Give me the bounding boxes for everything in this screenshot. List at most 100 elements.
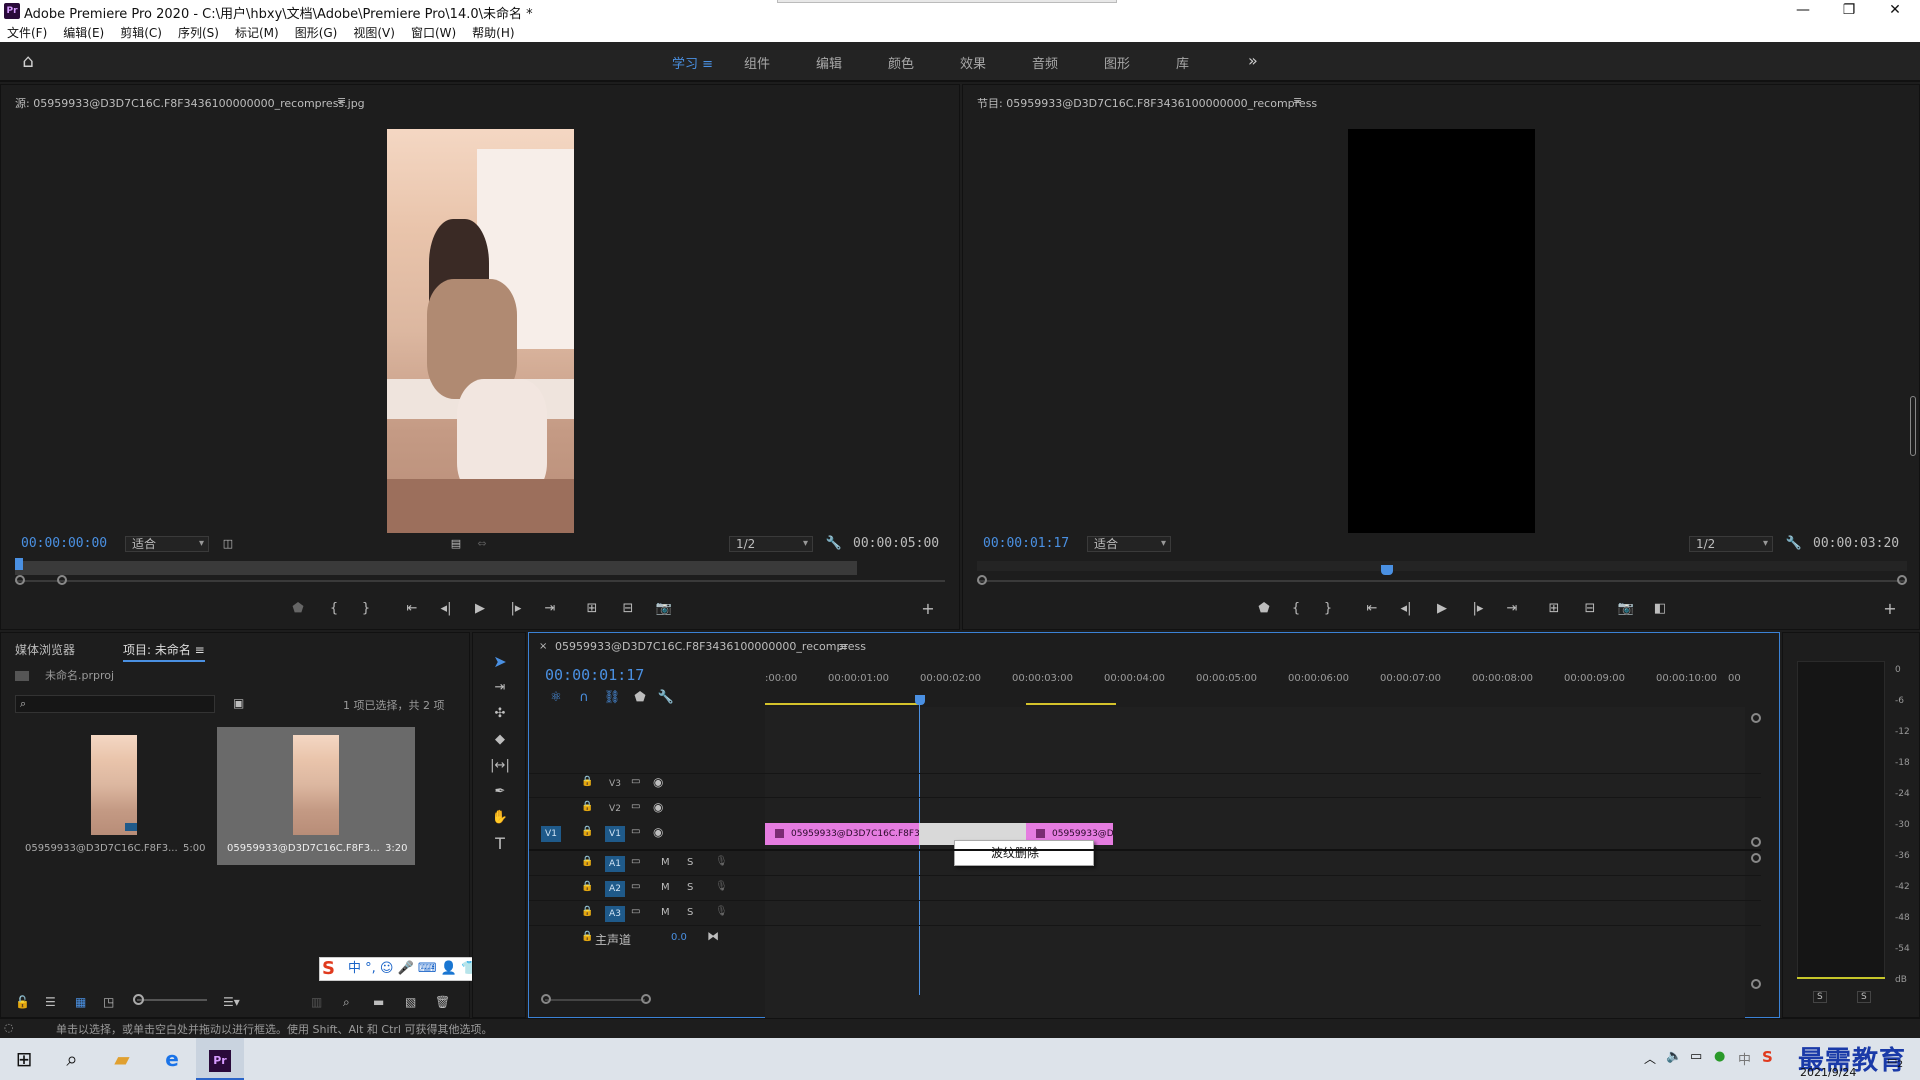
volume-icon[interactable]: 🔈 (1666, 1049, 1682, 1064)
vertical-zoom-handle[interactable] (1751, 837, 1761, 847)
track-label-a3[interactable]: A3 (605, 906, 625, 922)
solo-right-button[interactable]: S (1857, 991, 1871, 1003)
zoom-handle-right[interactable] (57, 575, 67, 585)
workspace-tab-audio[interactable]: 音频 (1032, 53, 1058, 72)
insert-icon[interactable]: ⊞ (581, 600, 603, 618)
sync-lock-icon[interactable]: ▭ (631, 881, 640, 892)
clear-icon[interactable]: 🗑 (435, 995, 450, 1009)
track-select-tool-icon[interactable]: ⇥ (489, 679, 511, 697)
home-icon[interactable]: ⌂ (18, 52, 38, 72)
workspace-tab-effects[interactable]: 效果 (960, 53, 986, 72)
nest-toggle-icon[interactable]: ⚛ (545, 689, 567, 707)
notification-center-icon[interactable]: ▭2 (1884, 1052, 1906, 1070)
go-to-next-edit-icon[interactable]: ⧓ (707, 929, 719, 943)
timeline-playhead-handle[interactable] (915, 695, 925, 705)
program-zoom-bar[interactable] (977, 580, 1907, 582)
project-item-1[interactable]: 05959933@D3D7C16C.F8F3... 5:00 (15, 727, 213, 865)
menu-window[interactable]: 窗口(W) (404, 22, 465, 41)
snap-icon[interactable]: ∩ (573, 689, 595, 707)
mark-out-icon[interactable]: } (355, 600, 377, 618)
workspace-tab-libraries[interactable]: 库 (1176, 53, 1189, 72)
go-to-in-icon[interactable]: ⇤ (1361, 600, 1383, 618)
sequence-tab-title[interactable]: 05959933@D3D7C16C.F8F3436100000000_recom… (555, 640, 866, 653)
source-playhead[interactable] (15, 558, 23, 570)
button-editor-plus-icon[interactable]: + (917, 600, 939, 618)
tab-media-browser[interactable]: 媒体浏览器 (15, 641, 75, 658)
eye-icon[interactable]: ◉ (653, 800, 663, 814)
new-bin-icon[interactable]: ▬ (373, 995, 384, 1009)
play-icon[interactable]: ▶ (469, 600, 491, 618)
go-to-in-icon[interactable]: ⇤ (401, 600, 423, 618)
file-explorer-icon[interactable]: ▰ (98, 1038, 146, 1080)
vertical-scrollbar[interactable] (1910, 396, 1916, 456)
network-icon[interactable]: ▭ (1690, 1049, 1702, 1064)
program-fit-dropdown[interactable]: 适合 (1087, 536, 1171, 552)
lock-icon[interactable]: 🔓 (15, 995, 30, 1009)
insert-overlay-icon[interactable]: ▤ (445, 535, 467, 553)
step-back-icon[interactable]: ◂| (435, 600, 457, 618)
lift-icon[interactable]: ⊞ (1543, 600, 1565, 618)
menu-graphics[interactable]: 图形(G) (288, 22, 347, 41)
source-fit-dropdown[interactable]: 适合 (125, 536, 209, 552)
zoom-handle-left[interactable] (977, 575, 987, 585)
export-frame-icon[interactable]: 📷 (653, 600, 675, 618)
edge-browser-icon[interactable]: e (148, 1038, 196, 1080)
button-editor-plus-icon[interactable]: + (1879, 600, 1901, 618)
pen-tool-icon[interactable]: ✒ (489, 783, 511, 801)
track-label-v1[interactable]: V1 (605, 826, 625, 842)
program-playhead[interactable] (1381, 565, 1393, 575)
go-to-out-icon[interactable]: ⇥ (1501, 600, 1523, 618)
menu-edit[interactable]: 编辑(E) (56, 22, 113, 41)
windows-start-icon[interactable]: ⊞ (0, 1038, 48, 1080)
sync-lock-icon[interactable]: ▭ (631, 906, 640, 917)
ime-tray-icon[interactable]: 中 (1738, 1049, 1751, 1068)
track-label-v3[interactable]: V3 (605, 776, 625, 792)
overwrite-icon[interactable]: ⊟ (617, 600, 639, 618)
type-tool-icon[interactable]: T (489, 835, 511, 853)
new-search-bin-icon[interactable]: ▣ (233, 696, 244, 710)
mute-button[interactable]: M (661, 857, 670, 868)
mute-button[interactable]: M (661, 907, 670, 918)
lock-icon[interactable]: 🔒 (581, 801, 593, 812)
menu-sequence[interactable]: 序列(S) (171, 22, 228, 41)
thumbnail-size-slider[interactable] (137, 999, 207, 1001)
program-resolution-dropdown[interactable]: 1/2 (1689, 536, 1773, 552)
workspace-tab-learning[interactable]: 学习 ≡ (672, 53, 713, 72)
program-time-ruler[interactable] (977, 561, 1907, 571)
program-timecode[interactable]: 00:00:01:17 (983, 536, 1069, 551)
timeline-clip-1[interactable]: 05959933@D3D7C16C.F8F343 (765, 823, 919, 845)
context-menu-ripple-delete[interactable]: 波纹删除 (954, 840, 1094, 866)
sync-lock-icon[interactable]: ▭ (631, 826, 640, 837)
step-forward-icon[interactable]: |▸ (1467, 600, 1489, 618)
menu-view[interactable]: 视图(V) (346, 22, 404, 41)
go-to-out-icon[interactable]: ⇥ (539, 600, 561, 618)
source-timecode[interactable]: 00:00:00:00 (21, 536, 107, 551)
mark-out-icon[interactable]: } (1317, 600, 1339, 618)
timeline-settings-icon[interactable]: 🔧 (655, 689, 677, 707)
sync-lock-icon[interactable]: ▭ (631, 801, 640, 812)
add-marker-icon[interactable]: ⬟ (629, 689, 651, 707)
menu-clip[interactable]: 剪辑(C) (113, 22, 171, 41)
wrench-icon[interactable]: 🔧 (823, 535, 845, 553)
search-icon[interactable]: ⌕ (48, 1038, 96, 1080)
voiceover-mic-icon[interactable]: 🎙 (715, 856, 728, 867)
minimize-button[interactable]: — (1780, 0, 1826, 22)
add-marker-icon[interactable]: ⬟ (287, 600, 309, 618)
export-frame-icon[interactable]: 📷 (1615, 600, 1637, 618)
tab-project[interactable]: 项目: 未命名 ≡ (123, 641, 205, 662)
razor-tool-icon[interactable]: ◆ (489, 731, 511, 749)
list-view-icon[interactable]: ☰ (45, 995, 56, 1009)
extract-icon[interactable]: ⊟ (1579, 600, 1601, 618)
track-label-a1[interactable]: A1 (605, 856, 625, 872)
project-item-2-selected[interactable]: 05959933@D3D7C16C.F8F3... 3:20 (217, 727, 415, 865)
restore-button[interactable]: ❐ (1826, 0, 1872, 22)
panel-menu-icon[interactable]: ≡ (1293, 94, 1302, 107)
source-time-ruler[interactable] (15, 561, 857, 575)
lock-icon[interactable]: 🔒 (581, 931, 593, 942)
horizontal-zoom-handle-right[interactable] (641, 994, 651, 1004)
timeline-ruler[interactable]: :00:00 00:00:01:00 00:00:02:00 00:00:03:… (765, 673, 1745, 705)
solo-button[interactable]: S (687, 882, 693, 893)
icon-view-icon[interactable]: ▦ (75, 995, 86, 1009)
new-item-icon[interactable]: ▧ (405, 995, 416, 1009)
close-button[interactable]: ✕ (1872, 0, 1918, 22)
